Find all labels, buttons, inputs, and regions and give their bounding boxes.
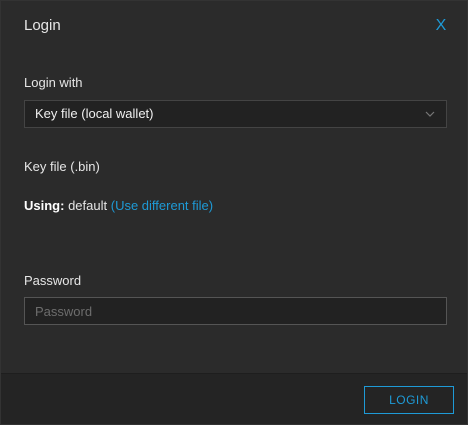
close-icon[interactable]: X bbox=[433, 16, 449, 36]
using-label: Using: bbox=[24, 198, 65, 213]
key-file-label: Key file (.bin) bbox=[24, 159, 100, 174]
dialog-header: Login X bbox=[1, 1, 467, 53]
password-input[interactable] bbox=[24, 297, 447, 325]
login-method-value: Key file (local wallet) bbox=[35, 106, 154, 121]
login-dialog: Login X Login with Key file (local walle… bbox=[0, 0, 468, 425]
login-button[interactable]: LOGIN bbox=[364, 386, 454, 414]
password-label: Password bbox=[24, 273, 82, 288]
chevron-down-icon bbox=[425, 111, 435, 117]
dialog-title: Login bbox=[24, 17, 61, 34]
using-line: Using: default (Use different file) bbox=[24, 198, 213, 213]
use-different-file-link[interactable]: (Use different file) bbox=[111, 198, 213, 213]
login-with-label: Login with bbox=[24, 75, 83, 90]
login-method-select[interactable]: Key file (local wallet) bbox=[24, 100, 447, 128]
using-value: default bbox=[68, 198, 108, 213]
